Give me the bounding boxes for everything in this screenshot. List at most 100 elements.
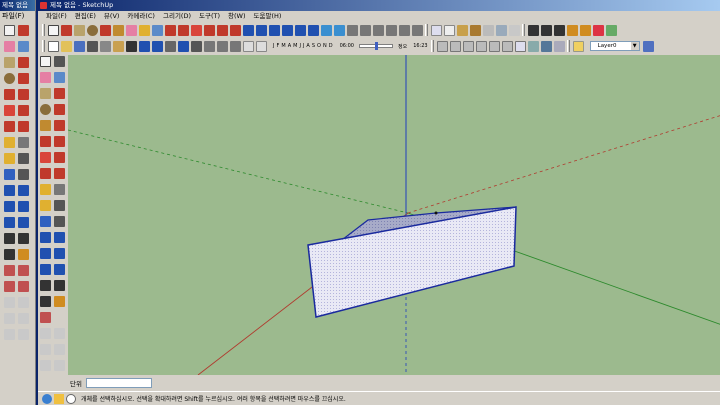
move-tool-icon[interactable] <box>178 24 189 36</box>
help-icon[interactable] <box>66 393 76 404</box>
make-component-icon[interactable] <box>54 56 65 67</box>
axes-tool-icon[interactable] <box>4 169 15 180</box>
delete-icon[interactable] <box>126 40 137 52</box>
monochrome-icon[interactable] <box>483 24 494 36</box>
zoom-tool-icon[interactable] <box>40 248 51 259</box>
scale-tool-icon[interactable] <box>217 24 228 36</box>
position-camera-icon[interactable] <box>4 233 15 244</box>
paint-bucket-icon[interactable] <box>18 41 29 52</box>
toolbar-grip[interactable] <box>42 24 45 36</box>
rectangle-tool-icon[interactable] <box>74 24 85 36</box>
sandbox-tool-icon[interactable] <box>18 265 29 276</box>
follow-me-icon[interactable] <box>54 152 65 163</box>
credits-icon[interactable] <box>54 393 64 404</box>
scale-tool-icon[interactable] <box>40 168 51 179</box>
back-view-icon[interactable] <box>399 24 410 36</box>
previous-view-icon[interactable] <box>295 24 306 36</box>
protractor-icon[interactable] <box>40 200 51 211</box>
component-icon[interactable] <box>54 328 65 339</box>
wireframe-icon[interactable] <box>431 24 442 36</box>
zoom-tool-icon[interactable] <box>4 201 15 212</box>
freehand-tool-icon[interactable] <box>54 120 65 131</box>
layer-manager-icon[interactable] <box>642 40 654 52</box>
top-view-icon[interactable] <box>360 24 371 36</box>
menu-help[interactable]: 도움말(H) <box>250 11 286 22</box>
chevron-down-icon[interactable]: ▼ <box>630 42 639 50</box>
tape-measure-icon[interactable] <box>139 24 150 36</box>
redo-icon[interactable] <box>152 40 163 52</box>
right-view-icon[interactable] <box>386 24 397 36</box>
new-file-icon[interactable] <box>48 40 59 52</box>
walk-tool-icon[interactable] <box>40 296 51 307</box>
line-tool-icon[interactable] <box>54 88 65 99</box>
menu-edit[interactable]: 편집(E) <box>71 11 100 22</box>
toolbar-grip[interactable] <box>42 40 45 52</box>
house-icon[interactable] <box>217 40 228 52</box>
component-icon[interactable] <box>4 313 15 324</box>
push-pull-icon[interactable] <box>18 89 29 100</box>
section-plane-icon[interactable] <box>567 24 578 36</box>
zoom-extents-icon[interactable] <box>4 217 15 228</box>
previous-view-icon[interactable] <box>54 264 65 275</box>
component-icon[interactable] <box>54 360 65 371</box>
look-around-icon[interactable] <box>54 280 65 291</box>
top-view-icon[interactable] <box>449 40 461 52</box>
pencil-tool-icon[interactable] <box>61 24 72 36</box>
component-icon[interactable] <box>4 297 15 308</box>
text-tool-icon[interactable] <box>18 153 29 164</box>
zoom-window-icon[interactable] <box>18 201 29 212</box>
component-icon[interactable] <box>54 344 65 355</box>
back-edges-icon[interactable] <box>509 24 520 36</box>
shaded-icon[interactable] <box>527 40 539 52</box>
axes-tool-icon[interactable] <box>40 216 51 227</box>
section-plane-icon[interactable] <box>18 249 29 260</box>
pan-tool-icon[interactable] <box>256 24 267 36</box>
house-icon[interactable] <box>230 40 241 52</box>
protractor-icon[interactable] <box>4 153 15 164</box>
select-tool-icon[interactable] <box>4 25 15 36</box>
paste-icon[interactable] <box>113 40 124 52</box>
open-file-icon[interactable] <box>61 40 72 52</box>
print-icon[interactable] <box>165 40 176 52</box>
xray-icon[interactable] <box>540 40 552 52</box>
dimension-tool-icon[interactable] <box>54 184 65 195</box>
zoom-extents-icon[interactable] <box>40 264 51 275</box>
eraser-tool-icon[interactable] <box>4 41 15 52</box>
paint-bucket-icon[interactable] <box>54 72 65 83</box>
get-models-icon[interactable] <box>321 24 332 36</box>
copy-icon[interactable] <box>100 40 111 52</box>
3d-text-icon[interactable] <box>54 216 65 227</box>
polygon-tool-icon[interactable] <box>113 24 124 36</box>
iso-view-icon[interactable] <box>347 24 358 36</box>
arc-tool-icon[interactable] <box>18 73 29 84</box>
pan-tool-icon[interactable] <box>18 185 29 196</box>
menu-window[interactable]: 창(W) <box>224 11 249 22</box>
zoom-extents-icon[interactable] <box>282 24 293 36</box>
wireframe-icon[interactable] <box>514 40 526 52</box>
component-icon[interactable] <box>40 360 51 371</box>
look-around-icon[interactable] <box>554 24 565 36</box>
toolbar-grip[interactable] <box>522 24 525 36</box>
scale-tool-icon[interactable] <box>4 121 15 132</box>
save-file-icon[interactable] <box>74 40 85 52</box>
front-view-icon[interactable] <box>373 24 384 36</box>
section-plane-icon[interactable] <box>54 296 65 307</box>
rotate-tool-icon[interactable] <box>4 105 15 116</box>
toolbar-grip[interactable] <box>425 24 428 36</box>
offset-tool-icon[interactable] <box>18 121 29 132</box>
display-section-icon[interactable] <box>580 24 591 36</box>
toolbar-grip[interactable] <box>566 40 570 52</box>
push-pull-icon[interactable] <box>165 24 176 36</box>
shaded-textures-icon[interactable] <box>470 24 481 36</box>
sandbox-tool-icon[interactable] <box>40 312 51 323</box>
select-tool-icon[interactable] <box>48 24 59 36</box>
sandbox-tool-icon[interactable] <box>4 265 15 276</box>
walk-tool-icon[interactable] <box>4 249 15 260</box>
left-view-icon[interactable] <box>412 24 423 36</box>
arc-tool-icon[interactable] <box>54 104 65 115</box>
geo-location-icon[interactable] <box>42 393 52 404</box>
share-model-icon[interactable] <box>334 24 345 36</box>
dimension-tool-icon[interactable] <box>18 137 29 148</box>
toolbar-grip[interactable] <box>430 40 434 52</box>
cut-icon[interactable] <box>87 40 98 52</box>
